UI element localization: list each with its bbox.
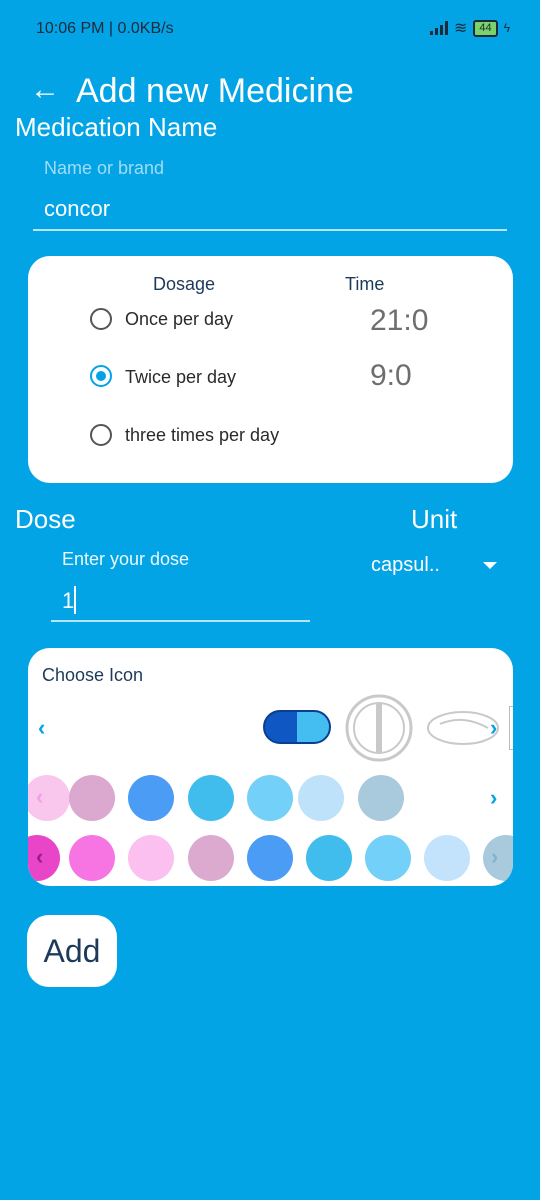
radio-twice-per-day[interactable]: [90, 365, 112, 387]
color-swatch[interactable]: [69, 775, 115, 821]
time-value-2[interactable]: 9:0: [370, 359, 412, 393]
status-time: 10:06 PM | 0.0KB/s: [36, 20, 174, 37]
choose-icon-label: Choose Icon: [42, 665, 144, 685]
page-title: Add new Medicine: [76, 72, 354, 110]
option-twice-per-day-label[interactable]: Twice per day: [125, 367, 236, 388]
color-swatch[interactable]: [69, 835, 115, 881]
color-swatch[interactable]: [358, 775, 404, 821]
color-swatch[interactable]: [128, 775, 174, 821]
color-swatch[interactable]: [298, 775, 344, 821]
chevron-left-icon[interactable]: ‹: [36, 784, 43, 810]
oval-tablet-icon[interactable]: [426, 710, 500, 746]
unit-label: Unit: [411, 504, 458, 534]
color-swatch[interactable]: [28, 775, 70, 821]
chevron-right-icon[interactable]: ›: [490, 715, 497, 741]
color-swatch[interactable]: [128, 835, 174, 881]
medication-name-underline: [33, 229, 507, 231]
back-arrow-icon[interactable]: ←: [30, 73, 60, 107]
capsule-icon[interactable]: [263, 710, 331, 744]
color-swatch[interactable]: [424, 835, 470, 881]
color-swatch[interactable]: [247, 775, 293, 821]
radio-once-per-day[interactable]: [90, 308, 112, 330]
time-value-1[interactable]: 21:0: [370, 304, 428, 338]
icon-cutoff: [509, 706, 513, 750]
add-button[interactable]: Add: [27, 915, 117, 987]
color-swatch[interactable]: [365, 835, 411, 881]
dosage-header: Dosage: [153, 274, 216, 294]
color-swatch[interactable]: [247, 835, 293, 881]
dose-input[interactable]: 1: [62, 588, 74, 614]
option-three-times-per-day-label[interactable]: three times per day: [125, 425, 279, 446]
option-once-per-day-label[interactable]: Once per day: [125, 309, 233, 330]
text-cursor: [74, 586, 76, 614]
medication-name-input[interactable]: concor: [44, 196, 110, 222]
color-swatch[interactable]: [188, 835, 234, 881]
signal-icon: [429, 21, 448, 35]
color-swatch[interactable]: [306, 835, 352, 881]
dropdown-caret-icon[interactable]: [483, 562, 497, 569]
unit-dropdown[interactable]: capsul..: [371, 554, 440, 577]
charging-icon: ϟ: [503, 21, 510, 35]
battery-icon: 44: [473, 19, 498, 37]
icon-chooser-card: Choose Icon ‹ › ‹ › ‹ ›: [28, 648, 513, 886]
status-icons: ≋ 44 ϟ: [429, 18, 510, 38]
radio-three-times-per-day[interactable]: [90, 424, 112, 446]
chevron-right-icon[interactable]: ›: [490, 785, 497, 811]
dose-label: Dose: [15, 504, 76, 534]
round-tablet-icon[interactable]: [345, 694, 413, 762]
chevron-right-icon[interactable]: ›: [491, 844, 498, 870]
medication-name-label: Medication Name: [15, 112, 218, 142]
dosage-card: Dosage Time Once per day Twice per day t…: [28, 256, 513, 483]
chevron-left-icon[interactable]: ‹: [38, 715, 45, 741]
color-swatch[interactable]: [28, 835, 60, 881]
time-header: Time: [345, 274, 385, 294]
medication-name-hint: Name or brand: [44, 158, 165, 178]
dose-hint: Enter your dose: [62, 549, 190, 569]
wifi-icon: ≋: [453, 20, 468, 37]
chevron-left-icon[interactable]: ‹: [36, 844, 43, 870]
color-swatch[interactable]: [188, 775, 234, 821]
dose-underline: [51, 620, 310, 622]
